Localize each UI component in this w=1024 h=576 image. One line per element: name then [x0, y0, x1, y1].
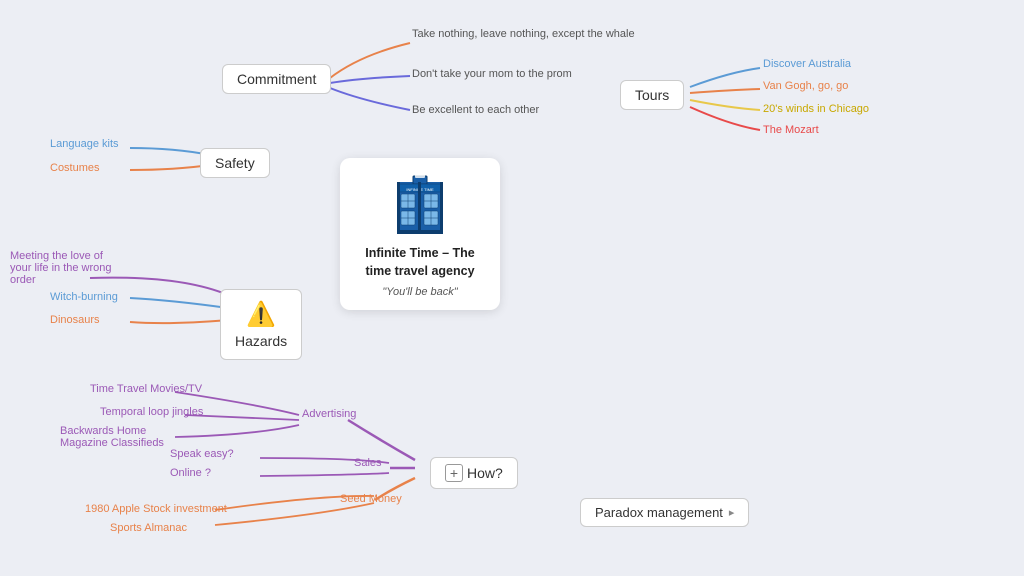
hazards-node[interactable]: ⚠️ Hazards — [220, 289, 302, 360]
tours-branch-1: Discover Australia — [763, 58, 851, 70]
sales-sub-2: Online ? — [170, 467, 211, 479]
seed-money-label: Seed Money — [340, 493, 402, 505]
commitment-branch-3: Be excellent to each other — [412, 104, 539, 116]
commitment-node[interactable]: Commitment — [222, 64, 331, 94]
hazards-branch-1: Meeting the love of your life in the wro… — [10, 250, 120, 286]
paradox-label: Paradox management — [595, 505, 723, 520]
paradox-expand-icon: ▸ — [729, 506, 735, 519]
safety-node[interactable]: Safety — [200, 148, 270, 178]
tours-branch-2: Van Gogh, go, go — [763, 80, 848, 92]
seed-sub-1: 1980 Apple Stock investment — [85, 503, 227, 515]
how-expand-button[interactable]: + — [445, 464, 463, 482]
tours-branch-3: 20's winds in Chicago — [763, 103, 869, 115]
card-title: Infinite Time – The time travel agency — [352, 245, 488, 280]
tours-node[interactable]: Tours — [620, 80, 684, 110]
sales-label: Sales — [354, 457, 382, 469]
hazards-branch-2: Witch-burning — [50, 291, 118, 303]
commitment-branch-2: Don't take your mom to the prom — [412, 68, 572, 80]
commitment-branch-1: Take nothing, leave nothing, except the … — [412, 28, 635, 40]
card-subtitle: "You'll be back" — [352, 286, 488, 298]
safety-branch-2: Costumes — [50, 162, 100, 174]
advertising-sub-1: Time Travel Movies/TV — [90, 383, 202, 395]
safety-branch-1: Language kits — [50, 138, 119, 150]
seed-sub-2: Sports Almanac — [110, 522, 187, 534]
mind-map-lines — [0, 0, 1024, 576]
advertising-sub-3: Backwards Home Magazine Classifieds — [60, 425, 180, 449]
how-node[interactable]: + How? — [430, 457, 518, 489]
hazards-label: Hazards — [235, 333, 287, 349]
safety-label: Safety — [215, 155, 255, 171]
tours-branch-4: The Mozart — [763, 124, 819, 136]
hazards-branch-3: Dinosaurs — [50, 314, 100, 326]
tours-label: Tours — [635, 87, 669, 103]
sales-sub-1: Speak easy? — [170, 448, 234, 460]
warning-icon: ⚠️ — [235, 300, 287, 329]
tardis-icon: INFINITE TIME — [395, 172, 445, 237]
center-card: INFINITE TIME Infinite Time – The time t… — [340, 158, 500, 310]
how-label: How? — [467, 465, 503, 481]
advertising-sub-2: Temporal loop jingles — [100, 406, 203, 418]
advertising-label: Advertising — [302, 408, 356, 420]
paradox-node[interactable]: Paradox management ▸ — [580, 498, 749, 527]
commitment-label: Commitment — [237, 71, 316, 87]
